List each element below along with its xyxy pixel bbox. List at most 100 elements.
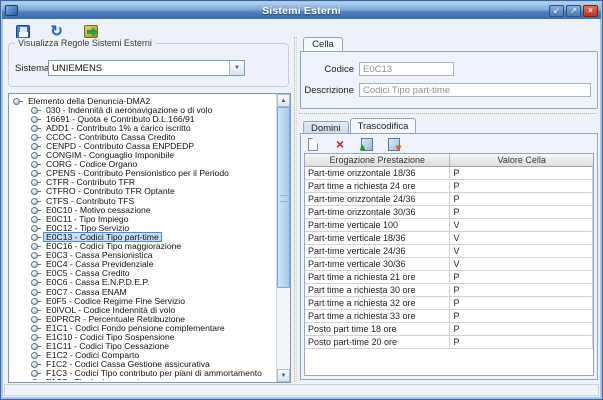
tree-node-icon[interactable] <box>31 197 41 205</box>
tree-node-icon[interactable] <box>31 297 41 305</box>
window-title: Sistemi Esterni <box>2 5 601 17</box>
cell-valore: V <box>450 219 593 231</box>
tab-trascodifica[interactable]: Trascodifica <box>350 118 417 134</box>
tree-node-icon[interactable] <box>31 206 41 214</box>
cell-valore: V <box>450 245 593 257</box>
tree-node-icon[interactable] <box>31 124 41 132</box>
table-row[interactable]: Part-time verticale 24/36V <box>305 245 593 258</box>
vertical-splitter[interactable] <box>294 37 297 381</box>
scrollbar-thumb[interactable] <box>277 107 290 288</box>
tree-node-icon[interactable] <box>31 260 41 268</box>
filter-legend: Visualizza Regole Sistemi Esterni <box>15 38 155 48</box>
app-window: Sistemi Esterni ↙ ↗ × ↻ Visualizza Regol… <box>0 0 603 400</box>
tree-node-icon[interactable] <box>31 288 41 296</box>
cell-valore: V <box>450 232 593 244</box>
cell-erogazione: Part-time verticale 30/36 <box>305 258 450 270</box>
tree-node-icon[interactable] <box>31 351 41 359</box>
tree-node-icon[interactable] <box>31 115 41 123</box>
tree-node-icon[interactable] <box>31 369 41 377</box>
cell-erogazione: Posto part time 18 ore <box>305 323 450 335</box>
cell-erogazione: Part-time verticale 100 <box>305 219 450 231</box>
chevron-down-icon[interactable]: ▼ <box>229 61 244 75</box>
minimize-button[interactable]: ↙ <box>549 5 564 17</box>
tree-node-icon[interactable] <box>31 360 41 368</box>
rules-tree-panel: Elemento della Denuncia-DMA2030 - Indenn… <box>8 93 291 383</box>
status-bar <box>4 384 599 396</box>
table-row[interactable]: Part-time orizzontale 18/36P <box>305 167 593 180</box>
cell-valore: P <box>450 284 593 296</box>
table-row[interactable]: Part time a richiesta 32 oreP <box>305 297 593 310</box>
table-row[interactable]: Part-time orizzontale 24/36P <box>305 193 593 206</box>
table-row[interactable]: Part time a richiesta 33 oreP <box>305 310 593 323</box>
tree-node-icon[interactable] <box>31 224 41 232</box>
tree-node-icon[interactable] <box>31 187 41 195</box>
table-row[interactable]: Part-time verticale 18/36V <box>305 232 593 245</box>
sistema-value: UNIEMENS <box>49 63 229 74</box>
descrizione-field[interactable]: Codici Tipo part-time <box>359 83 591 97</box>
arrow-up-icon: ▲ <box>358 143 367 152</box>
close-button[interactable]: × <box>583 5 598 17</box>
descrizione-label: Descrizione <box>301 85 359 96</box>
maximize-button[interactable]: ↗ <box>566 5 581 17</box>
import-button[interactable]: ▲ <box>359 137 375 152</box>
cell-erogazione: Part-time verticale 24/36 <box>305 245 450 257</box>
sistema-combobox[interactable]: UNIEMENS ▼ <box>48 60 245 76</box>
column-header-erogazione[interactable]: Erogazione Prestazione <box>305 154 450 166</box>
tree-node-icon[interactable] <box>31 233 41 241</box>
tree-node-icon[interactable] <box>31 169 41 177</box>
export-button[interactable]: ▼ <box>386 137 402 152</box>
table-row[interactable]: Part time a richiesta 30 oreP <box>305 284 593 297</box>
tree-node-icon[interactable] <box>31 133 41 141</box>
table-row[interactable]: Posto part time 18 oreP <box>305 323 593 336</box>
cell-valore: V <box>450 258 593 270</box>
scroll-up-icon[interactable]: ▲ <box>277 94 290 107</box>
scroll-down-icon[interactable]: ▼ <box>277 369 290 382</box>
tree-scrollbar[interactable]: ▲ ▼ <box>276 94 290 382</box>
table-row[interactable]: Part time a richiesta 24 oreP <box>305 180 593 193</box>
codice-field[interactable]: E0C13 <box>359 62 454 76</box>
table-row[interactable]: Part-time orizzontale 30/36P <box>305 206 593 219</box>
tree-node-icon[interactable] <box>31 306 41 314</box>
tree-node-icon[interactable] <box>31 242 41 250</box>
tree-node-icon[interactable] <box>31 178 41 186</box>
detail-tabs: Domini Trascodifica <box>303 118 417 134</box>
tree-node-icon[interactable] <box>31 251 41 259</box>
column-header-valore[interactable]: Valore Cella <box>450 154 593 166</box>
trascodifica-panel: × ▲ ▼ Erogazione Prestazione Valore Cell… <box>300 133 598 380</box>
codice-label: Codice <box>311 64 359 75</box>
tree-node-icon[interactable] <box>31 215 41 223</box>
tree-node-icon[interactable] <box>31 151 41 159</box>
cella-panel: Codice E0C13 Descrizione Codici Tipo par… <box>300 51 598 109</box>
cell-valore: P <box>450 206 593 218</box>
tree-node-icon[interactable] <box>31 324 41 332</box>
tree-node-icon[interactable] <box>31 160 41 168</box>
tree-node-icon[interactable] <box>31 315 41 323</box>
new-row-button[interactable] <box>305 137 321 152</box>
table-row[interactable]: Part-time verticale 100V <box>305 219 593 232</box>
tree-node-icon[interactable] <box>31 378 41 380</box>
import-icon: ▲ <box>361 138 373 151</box>
cell-erogazione: Part time a richiesta 21 ore <box>305 271 450 283</box>
tree-node-icon[interactable] <box>13 97 23 105</box>
tree-node-icon[interactable] <box>31 342 41 350</box>
tree-node-icon[interactable] <box>31 142 41 150</box>
sistema-label: Sistema <box>15 63 48 74</box>
tree-node-icon[interactable] <box>31 333 41 341</box>
tree-node-icon[interactable] <box>31 106 41 114</box>
cell-valore: P <box>450 323 593 335</box>
tab-cella[interactable]: Cella <box>303 37 343 52</box>
sistema-row: Sistema UNIEMENS ▼ <box>15 60 245 76</box>
tree-node-icon[interactable] <box>31 269 41 277</box>
table-row[interactable]: Part time a richiesta 21 oreP <box>305 271 593 284</box>
cell-erogazione: Part time a richiesta 33 ore <box>305 310 450 322</box>
table-body: Part-time orizzontale 18/36PPart time a … <box>305 167 593 349</box>
cell-valore: P <box>450 167 593 179</box>
cell-erogazione: Part time a richiesta 24 ore <box>305 180 450 192</box>
horizontal-splitter[interactable] <box>299 113 597 116</box>
exit-icon <box>84 25 98 38</box>
table-row[interactable]: Part-time verticale 30/36V <box>305 258 593 271</box>
tree-node-icon[interactable] <box>31 278 41 286</box>
cell-valore: P <box>450 336 593 348</box>
delete-row-button[interactable]: × <box>332 137 348 152</box>
table-row[interactable]: Posto part-time 20 oreP <box>305 336 593 349</box>
